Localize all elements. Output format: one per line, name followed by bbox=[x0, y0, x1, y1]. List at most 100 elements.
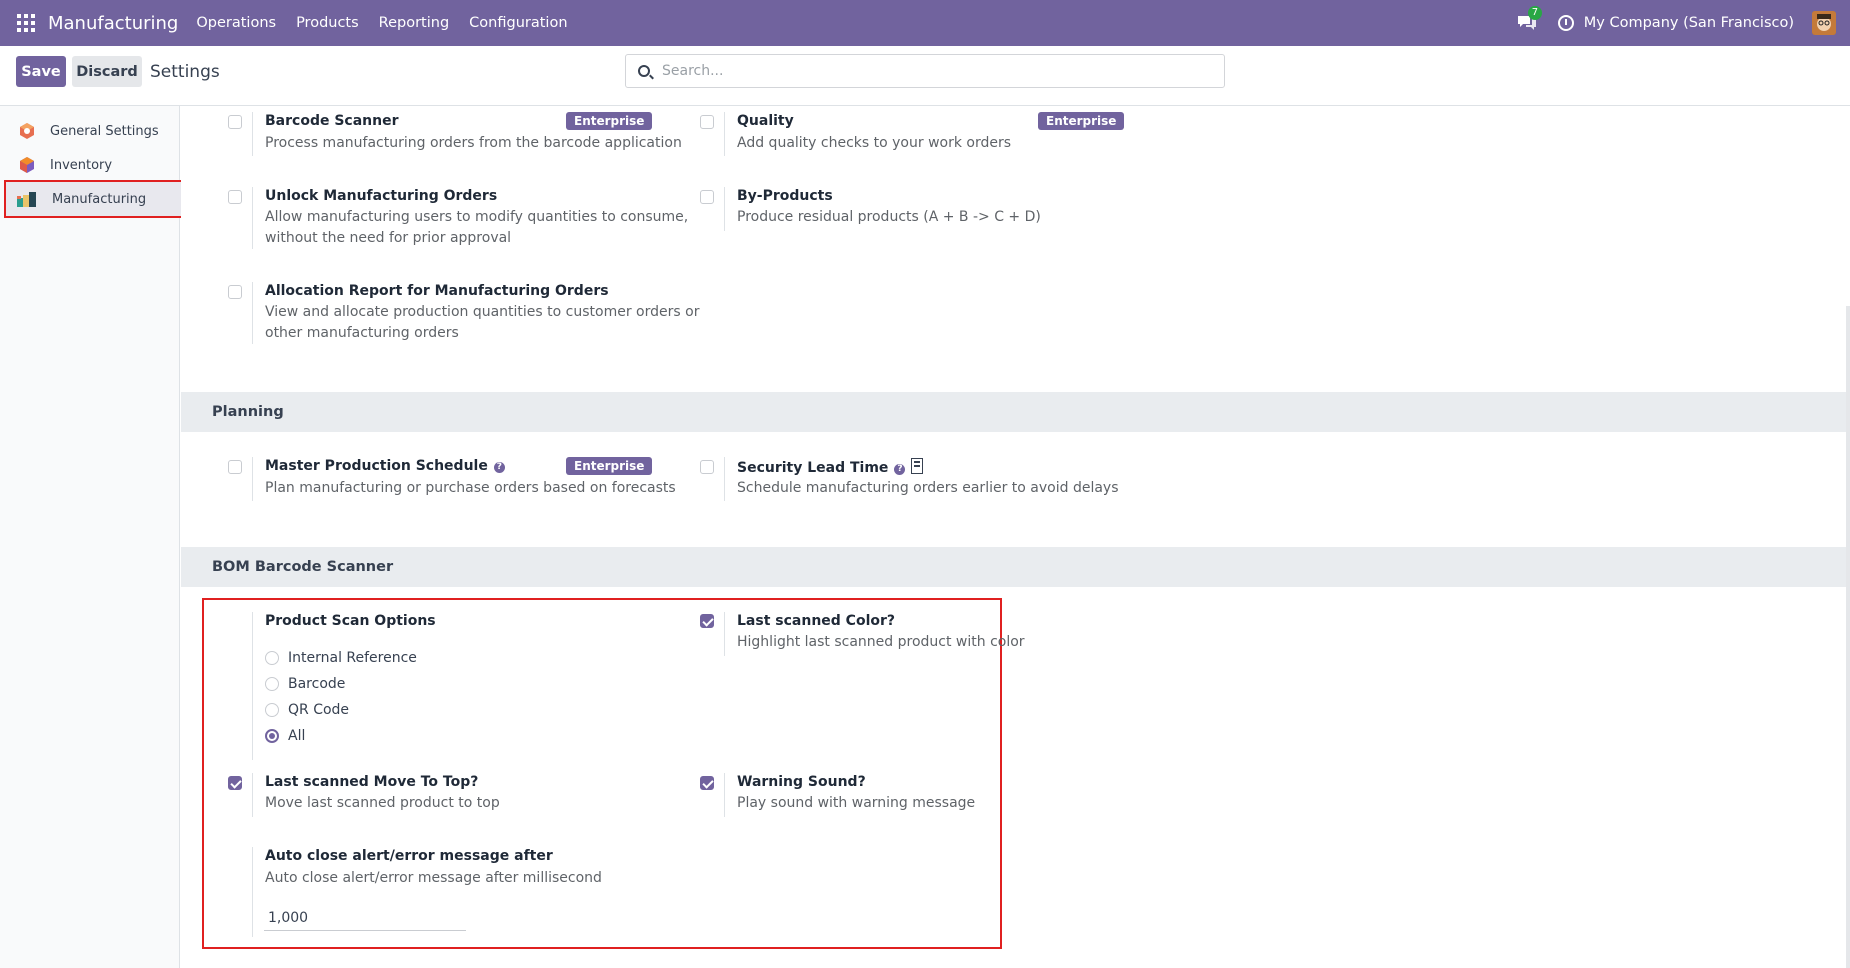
warning-sound-checkbox[interactable] bbox=[700, 776, 714, 790]
divider bbox=[252, 847, 253, 937]
divider bbox=[724, 112, 725, 156]
product-scan-options-title: Product Scan Options bbox=[265, 613, 436, 629]
unlock-mo-desc: Allow manufacturing users to modify quan… bbox=[265, 209, 689, 225]
inventory-icon bbox=[20, 157, 34, 173]
search-input[interactable] bbox=[662, 63, 1202, 79]
barcode-scanner-checkbox[interactable] bbox=[228, 115, 242, 129]
quality-title: Quality bbox=[737, 113, 794, 129]
allocation-report-checkbox[interactable] bbox=[228, 285, 242, 299]
security-lead-time-desc: Schedule manufacturing orders earlier to… bbox=[737, 480, 1119, 496]
sidebar-item-manufacturing[interactable]: Manufacturing bbox=[4, 180, 184, 218]
divider bbox=[252, 612, 253, 760]
help-icon[interactable]: ? bbox=[894, 464, 906, 475]
chat-icon[interactable]: 7 bbox=[1516, 6, 1543, 32]
sidebar-item-label: General Settings bbox=[50, 123, 159, 139]
last-scanned-move-top-desc: Move last scanned product to top bbox=[265, 795, 500, 811]
barcode-scanner-desc: Process manufacturing orders from the ba… bbox=[265, 135, 682, 151]
divider bbox=[252, 457, 253, 501]
auto-close-title: Auto close alert/error message after bbox=[265, 848, 553, 864]
radio-label: Internal Reference bbox=[288, 650, 417, 666]
auto-close-ms-input[interactable] bbox=[264, 906, 466, 931]
content-scrollbar[interactable] bbox=[1846, 306, 1850, 968]
auto-close-desc: Auto close alert/error message after mil… bbox=[265, 870, 602, 886]
radio-button[interactable] bbox=[265, 677, 279, 691]
security-lead-time-title-text: Security Lead Time bbox=[737, 460, 889, 476]
radio-label: Barcode bbox=[288, 676, 346, 692]
menu-operations[interactable]: Operations bbox=[186, 15, 286, 31]
allocation-report-desc: View and allocate production quantities … bbox=[265, 304, 700, 320]
warning-sound-desc: Play sound with warning message bbox=[737, 795, 976, 811]
company-switcher[interactable]: My Company (San Francisco) bbox=[1584, 15, 1794, 31]
control-panel: Save Discard Settings bbox=[0, 46, 1850, 106]
divider bbox=[252, 187, 253, 249]
chat-count-badge: 7 bbox=[1527, 6, 1543, 20]
planning-section-heading: Planning bbox=[181, 392, 1850, 432]
radio-button[interactable] bbox=[265, 651, 279, 665]
warning-sound-title: Warning Sound? bbox=[737, 774, 866, 790]
byproducts-checkbox[interactable] bbox=[700, 190, 714, 204]
last-scanned-color-desc: Highlight last scanned product with colo… bbox=[737, 634, 1025, 650]
avatar[interactable] bbox=[1812, 11, 1836, 35]
last-scanned-color-title: Last scanned Color? bbox=[737, 613, 896, 629]
bom-barcode-section-heading: BOM Barcode Scanner bbox=[181, 547, 1850, 587]
divider bbox=[252, 773, 253, 817]
discard-button[interactable]: Discard bbox=[72, 56, 142, 87]
last-scanned-move-top-checkbox[interactable] bbox=[228, 776, 242, 790]
unlock-mo-desc-2: without the need for prior approval bbox=[265, 230, 512, 246]
mps-checkbox[interactable] bbox=[228, 460, 242, 474]
last-scanned-move-top-title: Last scanned Move To Top? bbox=[265, 774, 479, 790]
top-navbar: Manufacturing Operations Products Report… bbox=[0, 0, 1850, 46]
enterprise-badge: Enterprise bbox=[566, 457, 653, 475]
menu-configuration[interactable]: Configuration bbox=[459, 15, 577, 31]
general-settings-icon bbox=[20, 123, 34, 139]
mps-title-text: Master Production Schedule bbox=[265, 458, 488, 474]
sidebar-item-general-settings[interactable]: General Settings bbox=[4, 114, 182, 148]
radio-all[interactable]: All bbox=[265, 728, 305, 744]
search-box[interactable] bbox=[625, 54, 1225, 88]
quality-checkbox[interactable] bbox=[700, 115, 714, 129]
unlock-mo-checkbox[interactable] bbox=[228, 190, 242, 204]
divider bbox=[252, 282, 253, 344]
divider bbox=[252, 112, 253, 156]
save-button[interactable]: Save bbox=[16, 56, 66, 87]
mps-desc: Plan manufacturing or purchase orders ba… bbox=[265, 480, 676, 496]
divider bbox=[724, 773, 725, 817]
divider bbox=[724, 187, 725, 231]
page-title: Settings bbox=[150, 62, 220, 82]
app-brand[interactable]: Manufacturing bbox=[48, 13, 178, 34]
radio-button-selected[interactable] bbox=[265, 729, 279, 743]
last-scanned-color-checkbox[interactable] bbox=[700, 614, 714, 628]
company-building-icon bbox=[911, 458, 924, 474]
security-lead-time-title: Security Lead Time? bbox=[737, 458, 924, 476]
radio-internal-reference[interactable]: Internal Reference bbox=[265, 650, 417, 666]
byproducts-desc: Produce residual products (A + B -> C + … bbox=[737, 209, 1041, 225]
manufacturing-icon bbox=[17, 192, 36, 207]
radio-button[interactable] bbox=[265, 703, 279, 717]
sidebar-item-label: Manufacturing bbox=[52, 191, 147, 207]
activity-clock-icon[interactable] bbox=[1557, 15, 1574, 31]
menu-reporting[interactable]: Reporting bbox=[369, 15, 460, 31]
quality-desc: Add quality checks to your work orders bbox=[737, 135, 1012, 151]
radio-qr-code[interactable]: QR Code bbox=[265, 702, 349, 718]
allocation-report-desc-2: other manufacturing orders bbox=[265, 325, 459, 341]
divider bbox=[724, 457, 725, 501]
radio-label: QR Code bbox=[288, 702, 350, 718]
help-icon[interactable]: ? bbox=[493, 462, 505, 473]
settings-sidebar: General Settings Inventory Manufacturing bbox=[0, 106, 184, 968]
search-icon bbox=[638, 65, 650, 77]
menu-products[interactable]: Products bbox=[286, 15, 369, 31]
barcode-scanner-title: Barcode Scanner bbox=[265, 113, 399, 129]
security-lead-time-checkbox[interactable] bbox=[700, 460, 714, 474]
radio-barcode[interactable]: Barcode bbox=[265, 676, 345, 692]
sidebar-item-label: Inventory bbox=[50, 157, 113, 173]
byproducts-title: By-Products bbox=[737, 188, 833, 204]
navbar-systray: 7 My Company (San Francisco) bbox=[1516, 0, 1850, 46]
radio-label: All bbox=[288, 728, 306, 744]
divider bbox=[724, 612, 725, 656]
mps-title: Master Production Schedule? bbox=[265, 458, 505, 474]
allocation-report-title: Allocation Report for Manufacturing Orde… bbox=[265, 283, 609, 299]
enterprise-badge: Enterprise bbox=[1038, 112, 1125, 130]
main-menu: Operations Products Reporting Configurat… bbox=[186, 15, 577, 31]
sidebar-item-inventory[interactable]: Inventory bbox=[4, 148, 182, 182]
apps-grid-icon[interactable] bbox=[17, 14, 35, 32]
